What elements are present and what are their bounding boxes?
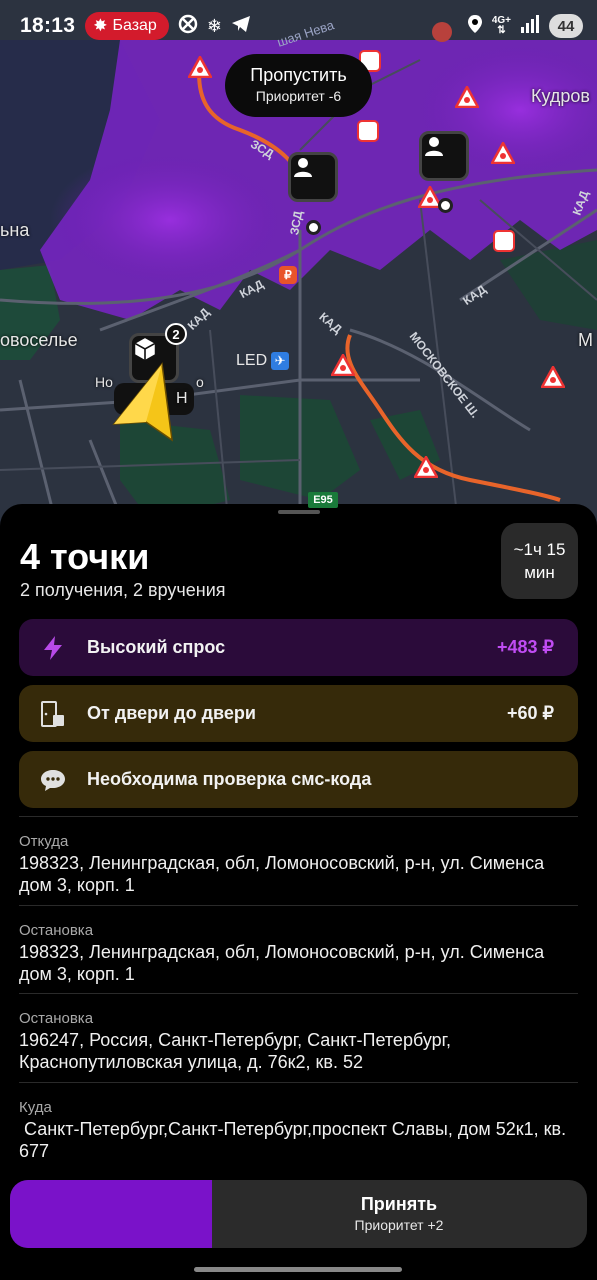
- location-icon: [467, 14, 483, 39]
- address-value: 198323, Ленинградская, обл, Ломоносовски…: [19, 853, 545, 895]
- address-to: Куда Санкт-Петербург,Санкт-Петербург,про…: [19, 1082, 578, 1162]
- order-sheet: 4 точки 2 получения, 2 вручения ~1ч 15 м…: [0, 504, 597, 1280]
- address-from: Откуда 198323, Ленинградская, обл, Ломон…: [19, 816, 578, 896]
- bazar-label: Базар: [112, 17, 157, 34]
- banner-label: От двери до двери: [87, 703, 256, 723]
- map-label-partial-city2: о: [196, 374, 204, 390]
- route-waypoint: [438, 198, 453, 213]
- signal-icon: [520, 14, 540, 38]
- accept-order-button[interactable]: Принять Приоритет +2: [10, 1180, 587, 1248]
- banner-amount: +60 ₽: [507, 703, 554, 723]
- sheet-grabber[interactable]: [278, 510, 320, 514]
- address-label: Остановка: [19, 922, 94, 939]
- door-to-door-banner: От двери до двери +60 ₽: [19, 685, 578, 742]
- order-title: 4 точки: [20, 536, 150, 577]
- accept-priority: Приоритет +2: [354, 1217, 444, 1233]
- eta-line2: мин: [524, 563, 555, 582]
- map-label-left: ьна: [0, 220, 30, 240]
- eta-badge: ~1ч 15 мин: [501, 523, 578, 599]
- network-type: 4G+ ⇅: [491, 15, 511, 36]
- accept-progress-fill: [10, 1180, 212, 1248]
- order-subtitle: 2 получения, 2 вручения: [20, 580, 226, 600]
- address-label: Остановка: [19, 1010, 94, 1027]
- address-label: Куда: [19, 1099, 52, 1116]
- skip-order-button[interactable]: Пропустить Приоритет -6: [225, 54, 372, 117]
- telegram-icon: [231, 15, 251, 38]
- customer-pin[interactable]: [419, 131, 469, 181]
- high-demand-banner: Высокий спрос +483 ₽: [19, 619, 578, 676]
- gas-station-icon: ₽: [279, 266, 297, 284]
- address-label: Откуда: [19, 833, 69, 850]
- lightning-icon: [39, 635, 67, 661]
- crossed-circle-icon: [178, 14, 198, 39]
- home-indicator[interactable]: [194, 1267, 402, 1272]
- accept-text: Принять Приоритет +2: [211, 1194, 587, 1233]
- address-stop: Остановка 198323, Ленинградская, обл, Ло…: [19, 905, 578, 985]
- address-value: Санкт-Петербург,Санкт-Петербург,проспект…: [19, 1119, 572, 1161]
- network-label: 4G+: [491, 15, 511, 26]
- accident-sign-icon: [357, 120, 379, 142]
- bazar-notification-chip: ✸ Базар: [85, 12, 169, 40]
- accident-sign-icon: [493, 230, 515, 252]
- highway-sign: E95: [308, 492, 338, 508]
- route-waypoint: [306, 220, 321, 235]
- skip-title: Пропустить: [250, 65, 347, 85]
- eta-line1: ~1ч 15: [513, 540, 566, 559]
- cluster-count-badge: 2: [165, 323, 187, 345]
- banner-label: Высокий спрос: [87, 637, 226, 657]
- skip-priority: Приоритет -6: [255, 88, 342, 104]
- chat-bubble-icon: [39, 768, 67, 792]
- customer-pin[interactable]: [288, 152, 338, 202]
- map-label-kudrovo: Кудров: [531, 86, 590, 106]
- door-package-icon: [39, 700, 67, 728]
- banner-label: Необходима проверка смс-кода: [87, 769, 372, 789]
- address-value: 198323, Ленинградская, обл, Ломоносовски…: [19, 942, 545, 984]
- map-label-partial-city: Но: [95, 374, 113, 390]
- address-stop: Остановка 196247, Россия, Санкт-Петербур…: [19, 993, 578, 1073]
- airplane-icon: ✈: [271, 352, 290, 370]
- map-label-partial-city3: Н: [176, 390, 188, 407]
- airport-label: LED ✈: [236, 352, 290, 370]
- map-label-novoselye: овоселье: [0, 330, 78, 350]
- accept-title: Принять: [360, 1194, 438, 1214]
- status-time: 18:13: [20, 14, 76, 37]
- status-bar: 18:13 ✸ Базар ❄ 4G+ ⇅ 44: [0, 0, 597, 52]
- battery-indicator: 44: [549, 14, 583, 38]
- snowflake-icon: ❄: [206, 15, 222, 36]
- address-value: 196247, Россия, Санкт-Петербург, Санкт-П…: [19, 1030, 452, 1072]
- map-view[interactable]: 2 ₽ Кудров овоселье ьна М Но о Н LED ✈ E…: [0, 0, 597, 540]
- airport-name: LED: [236, 352, 268, 369]
- banner-amount: +483 ₽: [497, 637, 554, 657]
- sms-check-banner: Необходима проверка смс-кода: [19, 751, 578, 808]
- star-burst-icon: ✸: [93, 16, 108, 35]
- map-label-right: М: [578, 330, 593, 350]
